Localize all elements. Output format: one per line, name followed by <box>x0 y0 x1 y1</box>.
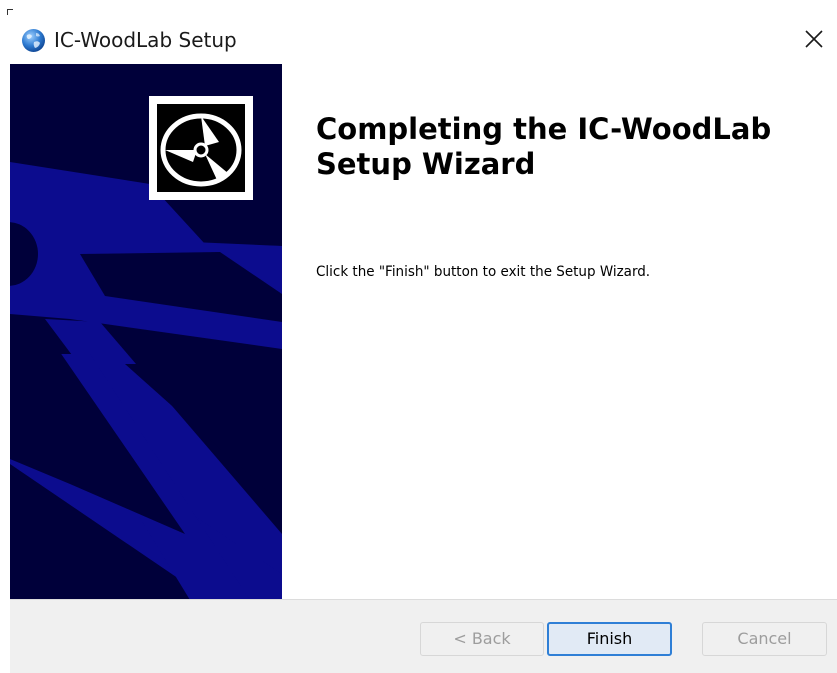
cancel-button[interactable]: Cancel <box>702 622 827 656</box>
title-bar: IC-WoodLab Setup <box>0 0 837 62</box>
page-heading: Completing the IC-WoodLab Setup Wizard <box>316 112 772 181</box>
cd-disc-icon <box>149 96 253 200</box>
globe-icon <box>21 28 46 53</box>
finish-button[interactable]: Finish <box>547 622 672 656</box>
button-bar: < Back Finish Cancel <box>10 599 837 673</box>
back-button[interactable]: < Back <box>420 622 544 656</box>
wizard-banner <box>10 64 282 600</box>
setup-wizard-window: IC-WoodLab Setup Completing the IC-WoodL… <box>0 0 837 673</box>
window-corner-mark <box>7 9 13 15</box>
window-title: IC-WoodLab Setup <box>54 28 237 52</box>
instruction-text: Click the "Finish" button to exit the Se… <box>316 264 651 280</box>
close-button[interactable] <box>791 18 837 60</box>
close-icon <box>805 30 823 48</box>
